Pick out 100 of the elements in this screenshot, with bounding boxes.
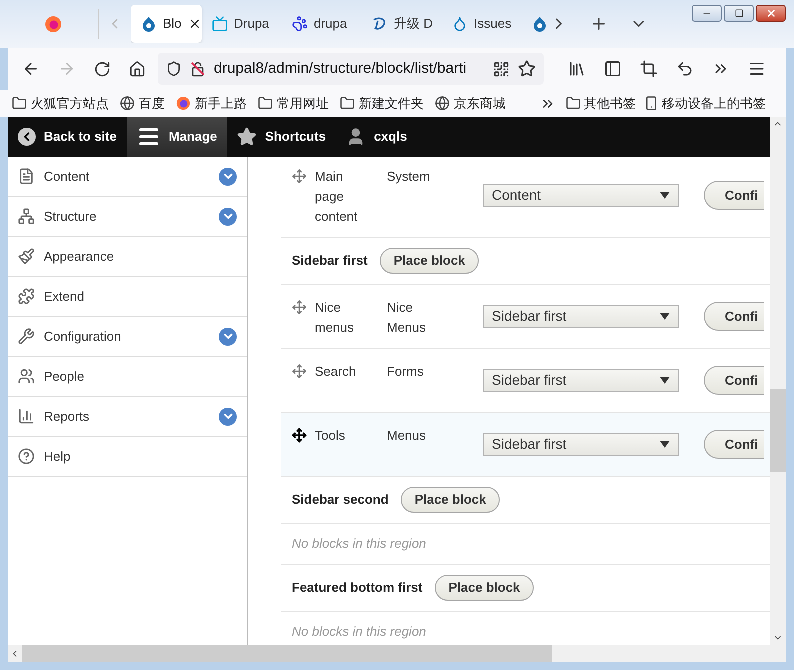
firefox-icon <box>176 96 191 111</box>
drag-handle-icon[interactable] <box>292 364 307 379</box>
sidebar-item[interactable]: Configuration <box>8 317 247 357</box>
folder-icon <box>258 96 273 111</box>
sidebar-item[interactable]: Content <box>8 157 247 197</box>
sidebar-item[interactable]: Reports <box>8 397 247 437</box>
toolbar-tab[interactable]: Back to site <box>8 117 127 157</box>
firefox-icon[interactable] <box>44 16 62 32</box>
region-select[interactable]: Sidebar first <box>483 433 679 456</box>
sidebar-icon[interactable] <box>604 60 622 78</box>
place-block-button[interactable]: Place block <box>400 487 500 513</box>
sidebar-item[interactable]: Help <box>8 437 247 477</box>
wrench-icon <box>18 328 35 345</box>
sidebar-item[interactable]: Structure <box>8 197 247 237</box>
help-icon <box>18 448 35 465</box>
insecure-lock-icon <box>190 61 206 77</box>
region-title: Sidebar second <box>292 491 389 510</box>
region-select[interactable]: Sidebar first <box>483 305 679 328</box>
drag-handle-icon[interactable] <box>292 300 307 315</box>
sidebar-item[interactable]: People <box>8 357 247 397</box>
sidebar-item[interactable]: Appearance <box>8 237 247 277</box>
toolbar-tab[interactable]: Manage <box>126 117 228 157</box>
dropdown-arrow-icon <box>660 313 670 320</box>
bookmark[interactable]: 新建文件夹 <box>340 94 424 114</box>
bookmark[interactable]: 常用网址 <box>258 94 329 114</box>
empty-region-message: No blocks in this region <box>292 535 426 554</box>
bookmark-star-icon[interactable] <box>518 60 536 78</box>
scrollbar-thumb[interactable] <box>22 645 552 662</box>
configure-button[interactable]: Confi <box>704 181 764 210</box>
drag-handle-icon[interactable] <box>292 428 307 443</box>
horizontal-scrollbar[interactable] <box>8 645 786 662</box>
paw-icon <box>292 16 308 32</box>
drop-icon <box>141 16 157 32</box>
block-row: Tools Menus Sidebar first Confi <box>281 412 770 476</box>
folder-icon <box>566 96 581 111</box>
expand-icon[interactable] <box>219 408 237 426</box>
dropdown-arrow-icon <box>660 192 670 199</box>
browser-tab[interactable]: drupa <box>282 5 362 43</box>
folder-icon <box>12 96 27 111</box>
expand-icon[interactable] <box>219 328 237 346</box>
close-window-button[interactable] <box>756 5 786 22</box>
browser-tab[interactable]: Drupa <box>202 5 282 43</box>
globe-icon <box>120 96 135 111</box>
maximize-button[interactable] <box>724 5 754 22</box>
hierarchy-icon <box>18 208 35 225</box>
puzzle-icon <box>18 288 35 305</box>
bookmark[interactable]: 其他书签 <box>566 94 636 114</box>
region-select[interactable]: Content <box>483 184 679 207</box>
browser-tab[interactable]: Blo <box>131 5 202 43</box>
swirl-icon <box>372 16 388 32</box>
browser-tab[interactable]: 升级 D <box>362 5 442 43</box>
empty-region-message: No blocks in this region <box>292 623 426 642</box>
toolbar-tab[interactable]: cxqls <box>336 117 418 157</box>
browser-tab[interactable]: Issues <box>442 5 522 43</box>
crop-icon[interactable] <box>640 60 658 78</box>
brush-icon <box>18 248 35 265</box>
document-icon <box>18 168 35 185</box>
droplet-icon <box>452 16 468 32</box>
undo-icon[interactable] <box>676 60 694 78</box>
new-tab-icon[interactable] <box>590 15 608 33</box>
globe-icon <box>435 96 450 111</box>
bookmark[interactable]: 火狐官方站点 <box>12 94 109 114</box>
bookmark[interactable]: 移动设备上的书签 <box>644 94 766 114</box>
drop-icon <box>532 16 546 32</box>
bookmark[interactable]: 百度 <box>120 94 165 114</box>
qr-code-icon[interactable] <box>493 60 510 78</box>
phone-icon <box>644 96 659 111</box>
back-icon[interactable] <box>22 60 40 78</box>
maximize-icon <box>734 9 744 18</box>
people-icon <box>18 368 35 385</box>
bookmark[interactable]: 京东商城 <box>435 94 506 114</box>
home-icon[interactable] <box>129 60 146 78</box>
configure-button[interactable]: Confi <box>704 302 764 331</box>
library-icon[interactable] <box>568 60 586 78</box>
configure-button[interactable]: Confi <box>704 366 764 395</box>
region-title: Featured bottom first <box>292 579 423 598</box>
minimize-button[interactable] <box>692 5 722 22</box>
toolbar-tab[interactable]: Shortcuts <box>227 117 336 157</box>
reload-icon[interactable] <box>94 60 111 78</box>
bookmark[interactable]: 新手上路 <box>176 94 247 114</box>
close-icon <box>766 8 776 19</box>
sidebar-item[interactable]: Extend <box>8 277 247 317</box>
scrollbar-thumb[interactable] <box>770 389 786 472</box>
menu-icon[interactable] <box>748 60 766 78</box>
back-icon <box>18 128 36 146</box>
place-block-button[interactable]: Place block <box>434 575 534 601</box>
star-icon <box>237 127 258 147</box>
region-select[interactable]: Sidebar first <box>483 369 679 392</box>
bar-chart-icon <box>18 408 35 425</box>
place-block-button[interactable]: Place block <box>380 248 480 274</box>
drag-handle-icon[interactable] <box>292 169 307 184</box>
region-title: Sidebar first <box>292 252 368 270</box>
folder-icon <box>340 96 355 111</box>
shield-icon <box>166 61 182 77</box>
vertical-scrollbar[interactable] <box>770 117 786 645</box>
expand-icon[interactable] <box>219 208 237 226</box>
configure-button[interactable]: Confi <box>704 430 764 459</box>
expand-icon[interactable] <box>219 168 237 186</box>
address-bar[interactable]: drupal8/admin/structure/block/list/barti <box>158 53 544 85</box>
dropdown-arrow-icon <box>660 441 670 448</box>
